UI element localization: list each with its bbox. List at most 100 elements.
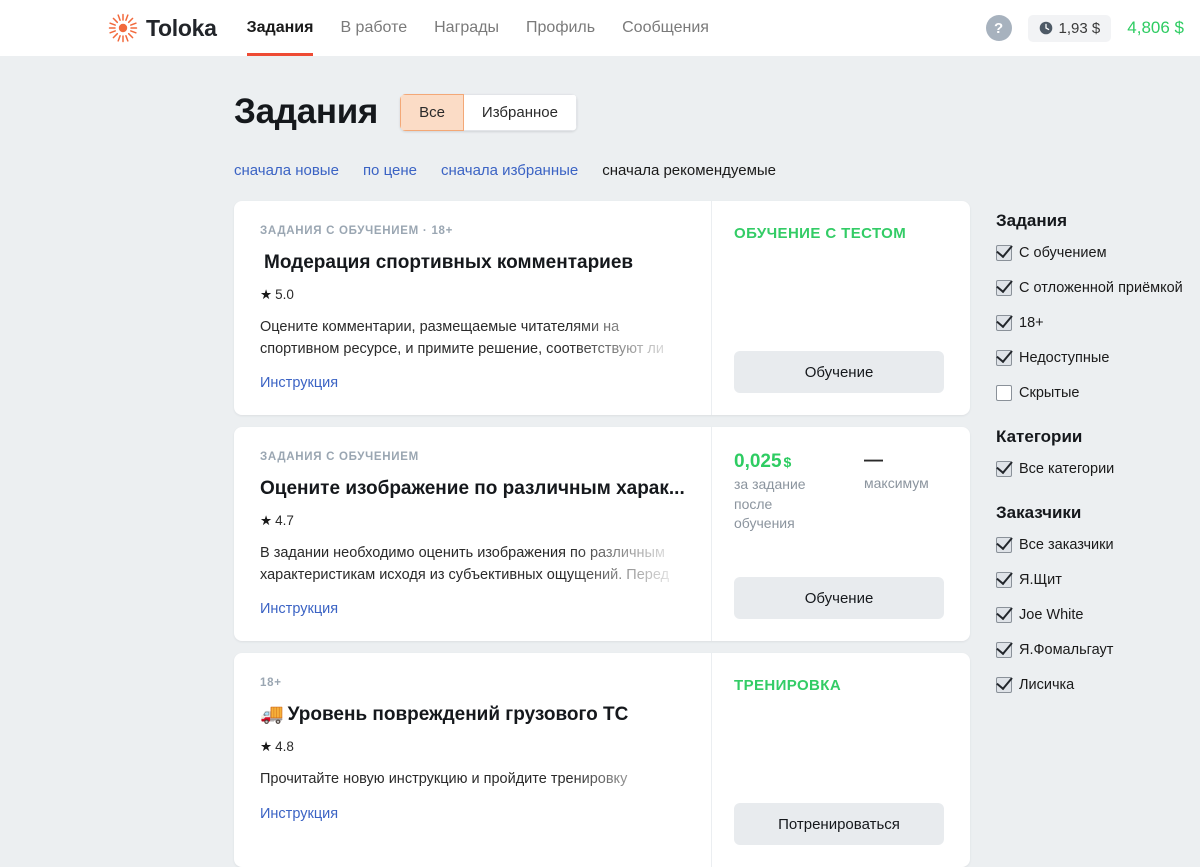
filter-label: С обучением — [1019, 245, 1107, 261]
filter-group-heading: Заказчики — [996, 503, 1082, 522]
task-max-value: — — [864, 450, 883, 471]
task-title[interactable]: Оцените изображение по различным харак..… — [260, 477, 689, 501]
task-rating-value: 4.8 — [275, 738, 294, 754]
checkbox-icon[interactable] — [996, 350, 1012, 366]
nav-label: Сообщения — [622, 19, 709, 36]
task-max-block: — максимум — [864, 450, 929, 534]
star-icon: ★ — [260, 512, 273, 528]
task-card[interactable]: ЗАДАНИЯ С ОБУЧЕНИЕМ Оцените изображение … — [234, 427, 970, 641]
filter-group-heading: Категории — [996, 427, 1083, 446]
checkbox-icon[interactable] — [996, 315, 1012, 331]
nav-item-nagrady[interactable]: Награды — [434, 0, 499, 56]
task-price-note: за задание после обучения — [734, 476, 806, 532]
scope-toggle: Все Избранное — [400, 93, 577, 131]
checkbox-icon[interactable] — [996, 385, 1012, 401]
header-actions: ? 1,93 $ 4,806 $ — [985, 14, 1184, 42]
checkbox-icon[interactable] — [996, 537, 1012, 553]
task-max-note: максимум — [864, 474, 929, 491]
sort-bar: сначала новые по цене сначала избранные … — [0, 132, 1200, 179]
task-card[interactable]: ЗАДАНИЯ С ОБУЧЕНИЕМ · 18+ Модерация спорти… — [234, 201, 970, 415]
task-description: В задании необходимо оценить изображения… — [260, 544, 670, 583]
filter-requester-ya-shchit[interactable]: Я.Щит — [996, 572, 1200, 588]
filter-requester-ya-fomalgaut[interactable]: Я.Фомальгаут — [996, 642, 1200, 658]
filter-label: Я.Щит — [1019, 572, 1062, 588]
task-action-button[interactable]: Обучение — [734, 351, 944, 393]
tab-favorites[interactable]: Избранное — [463, 93, 577, 131]
filter-label: Недоступные — [1019, 350, 1110, 366]
nav-item-soobshcheniya[interactable]: Сообщения — [622, 0, 709, 56]
checkbox-icon[interactable] — [996, 677, 1012, 693]
filter-label: Лисичка — [1019, 677, 1075, 693]
toloka-sunburst-icon — [108, 13, 138, 43]
sort-newest[interactable]: сначала новые — [234, 162, 339, 179]
task-title[interactable]: 🚚 Уровень повреждений грузового ТС — [260, 703, 689, 727]
filter-all-requesters[interactable]: Все заказчики — [996, 537, 1200, 553]
main-balance[interactable]: 4,806 $ — [1127, 18, 1184, 38]
nav-label: Профиль — [526, 19, 596, 36]
pending-balance[interactable]: 1,93 $ — [1027, 14, 1112, 42]
filter-unavailable[interactable]: Недоступные — [996, 350, 1200, 366]
task-action-button[interactable]: Обучение — [734, 577, 944, 619]
sort-recommended-first[interactable]: сначала рекомендуемые — [602, 162, 776, 179]
filter-label: Все категории — [1019, 461, 1115, 477]
logo-text: Toloka — [146, 14, 217, 41]
task-tag: ЗАДАНИЯ С ОБУЧЕНИЕМ — [260, 225, 419, 237]
task-price-block: 0,025 $ за задание после обучения — [734, 451, 830, 534]
task-status-badge: ТРЕНИРОВКА — [734, 677, 842, 694]
instruction-link[interactable]: Инструкция — [260, 806, 338, 822]
task-action-button[interactable]: Потренироваться — [734, 803, 944, 845]
nav-item-zadaniya[interactable]: Задания — [246, 0, 314, 56]
filter-with-training[interactable]: С обучением — [996, 245, 1200, 261]
checkbox-icon[interactable] — [996, 280, 1012, 296]
task-card-side: ТРЕНИРОВКА Потренироваться — [712, 653, 970, 867]
task-card-side: 0,025 $ за задание после обучения — макси… — [712, 427, 970, 641]
task-title-text: Оцените изображение по различным харак..… — [260, 478, 685, 499]
task-card[interactable]: 18+ 🚚 Уровень повреждений грузового ТС ★ 4… — [234, 653, 970, 867]
filter-deferred-acceptance[interactable]: С отложенной приёмкой — [996, 280, 1200, 296]
tab-all[interactable]: Все — [400, 93, 464, 131]
checkbox-icon[interactable] — [996, 607, 1012, 623]
filter-label: Все заказчики — [1019, 537, 1114, 553]
filter-all-categories[interactable]: Все категории — [996, 461, 1200, 477]
help-icon[interactable]: ? — [985, 15, 1012, 41]
task-price-currency: $ — [783, 454, 792, 470]
instruction-link[interactable]: Инструкция — [260, 601, 338, 617]
checkbox-icon[interactable] — [996, 642, 1012, 658]
task-title[interactable]: Модерация спортивных комментариев — [260, 251, 689, 275]
filter-requester-lisichka[interactable]: Лисичка — [996, 677, 1200, 693]
task-tag: 18+ — [260, 677, 282, 689]
task-description: Оцените комментарии, размещаемые читател… — [260, 318, 664, 357]
nav-label: Задания — [246, 19, 314, 36]
title-row: Задания Все Избранное — [0, 56, 1200, 132]
clock-icon — [1039, 21, 1053, 35]
filter-group-tasks: Задания С обучением С отложенной приёмко… — [996, 211, 1200, 401]
filter-label: Я.Фомальгаут — [1019, 642, 1114, 658]
checkbox-icon[interactable] — [996, 245, 1012, 261]
filter-hidden[interactable]: Скрытые — [996, 385, 1200, 401]
main-nav: Задания В работе Награды Профиль Сообщен… — [246, 0, 709, 56]
task-rating: ★ 5.0 — [260, 287, 689, 303]
truck-icon: 🚚 — [260, 704, 284, 725]
filter-group-categories: Категории Все категории — [996, 427, 1200, 477]
task-card-main: ЗАДАНИЯ С ОБУЧЕНИЕМ Оцените изображение … — [234, 427, 712, 641]
sort-favorites-first[interactable]: сначала избранные — [441, 162, 578, 179]
page-body: Задания Все Избранное сначала новые по ц… — [0, 56, 1200, 867]
filter-requester-joe-white[interactable]: Joe White — [996, 607, 1200, 623]
filter-label: 18+ — [1019, 315, 1044, 331]
filter-group-requesters: Заказчики Все заказчики Я.Щит Joe White … — [996, 503, 1200, 693]
pending-balance-value: 1,93 $ — [1058, 19, 1101, 37]
task-rating-value: 5.0 — [275, 286, 294, 302]
filter-18-plus[interactable]: 18+ — [996, 315, 1200, 331]
instruction-link[interactable]: Инструкция — [260, 375, 338, 391]
checkbox-icon[interactable] — [996, 461, 1012, 477]
nav-item-profil[interactable]: Профиль — [526, 0, 595, 56]
task-rating-value: 4.7 — [275, 512, 294, 528]
task-card-side: ОБУЧЕНИЕ С ТЕСТОМ Обучение — [712, 201, 970, 415]
nav-item-v-rabote[interactable]: В работе — [340, 0, 407, 56]
star-icon: ★ — [260, 738, 273, 754]
sort-by-price[interactable]: по цене — [363, 162, 417, 179]
task-status-badge: ОБУЧЕНИЕ С ТЕСТОМ — [734, 225, 907, 242]
task-tag-separator: · — [422, 225, 428, 237]
toloka-logo[interactable]: Toloka — [108, 13, 217, 43]
checkbox-icon[interactable] — [996, 572, 1012, 588]
